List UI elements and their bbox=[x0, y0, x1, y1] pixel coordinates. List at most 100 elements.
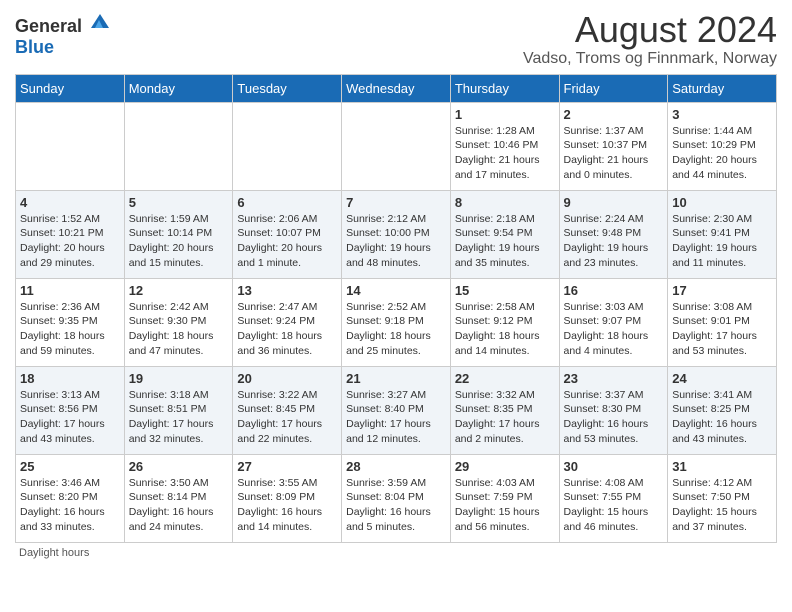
calendar-cell: 17 Sunrise: 3:08 AM Sunset: 9:01 PM Dayli… bbox=[668, 278, 777, 366]
day-number: 7 bbox=[346, 195, 446, 210]
day-number: 17 bbox=[672, 283, 772, 298]
day-number: 15 bbox=[455, 283, 555, 298]
day-info: Sunrise: 3:03 AM Sunset: 9:07 PM Dayligh… bbox=[564, 300, 664, 359]
day-number: 30 bbox=[564, 459, 664, 474]
day-info: Sunrise: 2:12 AM Sunset: 10:00 PM Daylig… bbox=[346, 212, 446, 271]
day-number: 8 bbox=[455, 195, 555, 210]
day-number: 6 bbox=[237, 195, 337, 210]
calendar-cell: 2 Sunrise: 1:37 AM Sunset: 10:37 PM Dayli… bbox=[559, 102, 668, 190]
day-number: 25 bbox=[20, 459, 120, 474]
day-of-week-header: Sunday bbox=[16, 74, 125, 102]
day-info: Sunrise: 1:37 AM Sunset: 10:37 PM Daylig… bbox=[564, 124, 664, 183]
day-number: 12 bbox=[129, 283, 229, 298]
day-number: 13 bbox=[237, 283, 337, 298]
calendar-cell: 11 Sunrise: 2:36 AM Sunset: 9:35 PM Dayli… bbox=[16, 278, 125, 366]
day-number: 10 bbox=[672, 195, 772, 210]
calendar-cell: 5 Sunrise: 1:59 AM Sunset: 10:14 PM Dayli… bbox=[124, 190, 233, 278]
day-number: 21 bbox=[346, 371, 446, 386]
calendar-cell: 21 Sunrise: 3:27 AM Sunset: 8:40 PM Dayli… bbox=[342, 366, 451, 454]
day-info: Sunrise: 3:18 AM Sunset: 8:51 PM Dayligh… bbox=[129, 388, 229, 447]
calendar-cell bbox=[233, 102, 342, 190]
logo-text: General Blue bbox=[15, 10, 111, 58]
logo-blue: Blue bbox=[15, 37, 54, 57]
calendar-cell: 12 Sunrise: 2:42 AM Sunset: 9:30 PM Dayli… bbox=[124, 278, 233, 366]
day-number: 9 bbox=[564, 195, 664, 210]
calendar-cell: 30 Sunrise: 4:08 AM Sunset: 7:55 PM Dayli… bbox=[559, 454, 668, 542]
calendar-cell bbox=[342, 102, 451, 190]
subtitle: Vadso, Troms og Finnmark, Norway bbox=[523, 50, 777, 68]
calendar-cell: 8 Sunrise: 2:18 AM Sunset: 9:54 PM Daylig… bbox=[450, 190, 559, 278]
calendar-cell: 19 Sunrise: 3:18 AM Sunset: 8:51 PM Dayli… bbox=[124, 366, 233, 454]
day-info: Sunrise: 3:59 AM Sunset: 8:04 PM Dayligh… bbox=[346, 476, 446, 535]
daylight-label: Daylight hours bbox=[19, 547, 89, 559]
calendar-cell: 26 Sunrise: 3:50 AM Sunset: 8:14 PM Dayli… bbox=[124, 454, 233, 542]
day-info: Sunrise: 2:36 AM Sunset: 9:35 PM Dayligh… bbox=[20, 300, 120, 359]
day-info: Sunrise: 1:44 AM Sunset: 10:29 PM Daylig… bbox=[672, 124, 772, 183]
day-info: Sunrise: 2:30 AM Sunset: 9:41 PM Dayligh… bbox=[672, 212, 772, 271]
calendar-week-row: 25 Sunrise: 3:46 AM Sunset: 8:20 PM Dayli… bbox=[16, 454, 777, 542]
title-area: August 2024 Vadso, Troms og Finnmark, No… bbox=[523, 10, 777, 68]
calendar-table: SundayMondayTuesdayWednesdayThursdayFrid… bbox=[15, 74, 777, 543]
day-number: 22 bbox=[455, 371, 555, 386]
header: General Blue August 2024 Vadso, Troms og… bbox=[15, 10, 777, 68]
day-number: 27 bbox=[237, 459, 337, 474]
day-info: Sunrise: 4:08 AM Sunset: 7:55 PM Dayligh… bbox=[564, 476, 664, 535]
calendar-cell bbox=[124, 102, 233, 190]
calendar-cell: 29 Sunrise: 4:03 AM Sunset: 7:59 PM Dayli… bbox=[450, 454, 559, 542]
calendar-week-row: 4Sunrise: 1:52 AM Sunset: 10:21 PM Dayli… bbox=[16, 190, 777, 278]
calendar-cell: 14Sunrise: 2:52 AM Sunset: 9:18 PM Dayli… bbox=[342, 278, 451, 366]
day-info: Sunrise: 3:46 AM Sunset: 8:20 PM Dayligh… bbox=[20, 476, 120, 535]
day-number: 16 bbox=[564, 283, 664, 298]
day-info: Sunrise: 3:32 AM Sunset: 8:35 PM Dayligh… bbox=[455, 388, 555, 447]
day-info: Sunrise: 3:08 AM Sunset: 9:01 PM Dayligh… bbox=[672, 300, 772, 359]
logo-general: General bbox=[15, 16, 82, 36]
calendar-cell: 22 Sunrise: 3:32 AM Sunset: 8:35 PM Dayli… bbox=[450, 366, 559, 454]
day-info: Sunrise: 3:27 AM Sunset: 8:40 PM Dayligh… bbox=[346, 388, 446, 447]
calendar-cell: 24Sunrise: 3:41 AM Sunset: 8:25 PM Dayli… bbox=[668, 366, 777, 454]
day-number: 20 bbox=[237, 371, 337, 386]
calendar-cell: 27 Sunrise: 3:55 AM Sunset: 8:09 PM Dayli… bbox=[233, 454, 342, 542]
day-number: 29 bbox=[455, 459, 555, 474]
day-info: Sunrise: 4:12 AM Sunset: 7:50 PM Dayligh… bbox=[672, 476, 772, 535]
day-of-week-header: Monday bbox=[124, 74, 233, 102]
day-info: Sunrise: 2:58 AM Sunset: 9:12 PM Dayligh… bbox=[455, 300, 555, 359]
calendar-cell: 16 Sunrise: 3:03 AM Sunset: 9:07 PM Dayli… bbox=[559, 278, 668, 366]
calendar-cell: 15 Sunrise: 2:58 AM Sunset: 9:12 PM Dayli… bbox=[450, 278, 559, 366]
day-number: 2 bbox=[564, 107, 664, 122]
day-info: Sunrise: 2:24 AM Sunset: 9:48 PM Dayligh… bbox=[564, 212, 664, 271]
day-info: Sunrise: 2:06 AM Sunset: 10:07 PM Daylig… bbox=[237, 212, 337, 271]
day-of-week-header: Friday bbox=[559, 74, 668, 102]
calendar-cell: 4Sunrise: 1:52 AM Sunset: 10:21 PM Dayli… bbox=[16, 190, 125, 278]
calendar-cell: 1Sunrise: 1:28 AM Sunset: 10:46 PM Dayli… bbox=[450, 102, 559, 190]
calendar-cell: 10 Sunrise: 2:30 AM Sunset: 9:41 PM Dayli… bbox=[668, 190, 777, 278]
day-number: 18 bbox=[20, 371, 120, 386]
day-number: 19 bbox=[129, 371, 229, 386]
day-number: 5 bbox=[129, 195, 229, 210]
calendar-week-row: 18Sunrise: 3:13 AM Sunset: 8:56 PM Dayli… bbox=[16, 366, 777, 454]
day-info: Sunrise: 3:55 AM Sunset: 8:09 PM Dayligh… bbox=[237, 476, 337, 535]
day-info: Sunrise: 3:22 AM Sunset: 8:45 PM Dayligh… bbox=[237, 388, 337, 447]
day-number: 24 bbox=[672, 371, 772, 386]
calendar-cell bbox=[16, 102, 125, 190]
calendar-cell: 9 Sunrise: 2:24 AM Sunset: 9:48 PM Daylig… bbox=[559, 190, 668, 278]
day-of-week-header: Tuesday bbox=[233, 74, 342, 102]
calendar-cell: 6 Sunrise: 2:06 AM Sunset: 10:07 PM Dayli… bbox=[233, 190, 342, 278]
day-info: Sunrise: 2:42 AM Sunset: 9:30 PM Dayligh… bbox=[129, 300, 229, 359]
day-info: Sunrise: 3:50 AM Sunset: 8:14 PM Dayligh… bbox=[129, 476, 229, 535]
day-info: Sunrise: 4:03 AM Sunset: 7:59 PM Dayligh… bbox=[455, 476, 555, 535]
day-number: 26 bbox=[129, 459, 229, 474]
calendar-cell: 7 Sunrise: 2:12 AM Sunset: 10:00 PM Dayli… bbox=[342, 190, 451, 278]
day-of-week-header: Thursday bbox=[450, 74, 559, 102]
calendar-cell: 23 Sunrise: 3:37 AM Sunset: 8:30 PM Dayli… bbox=[559, 366, 668, 454]
day-of-week-header: Wednesday bbox=[342, 74, 451, 102]
day-number: 28 bbox=[346, 459, 446, 474]
day-info: Sunrise: 1:59 AM Sunset: 10:14 PM Daylig… bbox=[129, 212, 229, 271]
day-info: Sunrise: 2:18 AM Sunset: 9:54 PM Dayligh… bbox=[455, 212, 555, 271]
day-number: 23 bbox=[564, 371, 664, 386]
day-info: Sunrise: 3:37 AM Sunset: 8:30 PM Dayligh… bbox=[564, 388, 664, 447]
calendar-header-row: SundayMondayTuesdayWednesdayThursdayFrid… bbox=[16, 74, 777, 102]
calendar-cell: 25 Sunrise: 3:46 AM Sunset: 8:20 PM Dayli… bbox=[16, 454, 125, 542]
day-number: 11 bbox=[20, 283, 120, 298]
day-number: 1 bbox=[455, 107, 555, 122]
logo-icon bbox=[89, 10, 111, 32]
